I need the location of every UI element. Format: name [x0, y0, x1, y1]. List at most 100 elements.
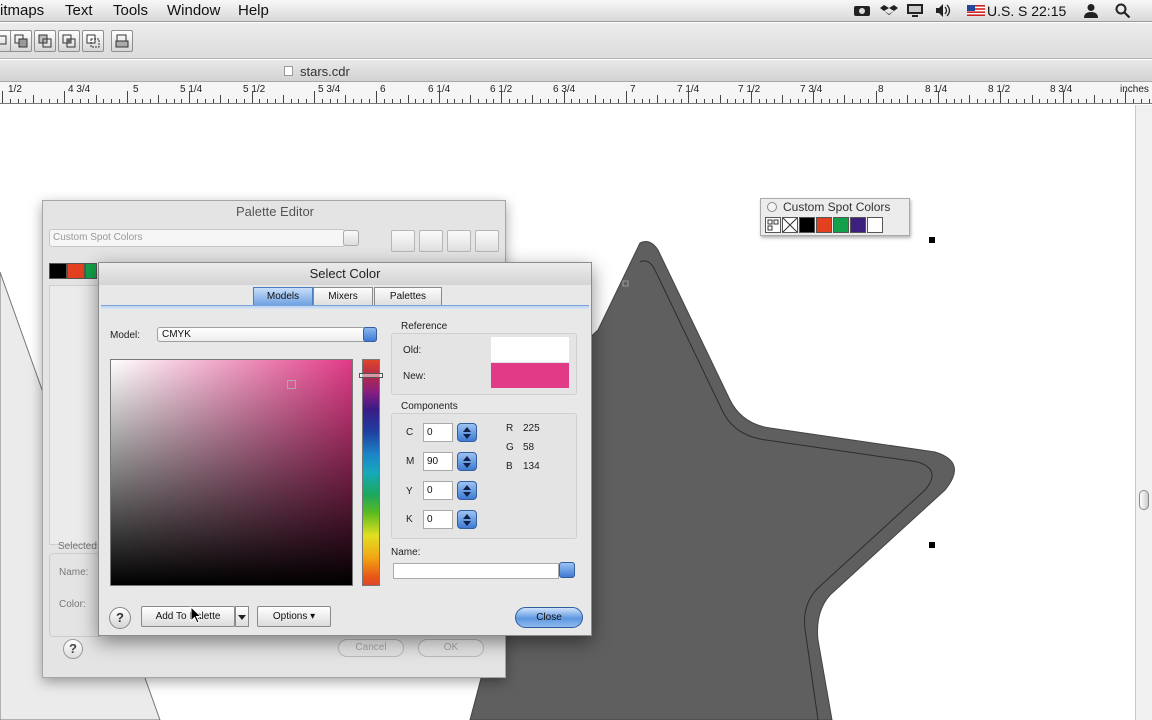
palette-swatch[interactable]	[799, 217, 815, 233]
user-icon[interactable]	[1082, 3, 1100, 18]
ruler-tick	[860, 99, 861, 103]
new-palette-button[interactable]	[391, 230, 415, 252]
tab-models[interactable]: Models	[253, 287, 313, 306]
menu-window[interactable]: Window	[167, 2, 220, 19]
camera-icon[interactable]	[853, 3, 871, 18]
ruler-tick	[603, 99, 604, 103]
ruler-tick	[103, 99, 104, 103]
ruler-tick	[649, 99, 650, 103]
palette-select[interactable]: Custom Spot Colors	[49, 229, 345, 247]
ruler-tick	[408, 95, 409, 103]
color-field[interactable]	[110, 359, 353, 586]
no-color-swatch[interactable]	[782, 217, 798, 233]
model-select[interactable]: CMYK	[157, 327, 377, 342]
vertical-scrollbar[interactable]	[1135, 105, 1152, 720]
close-button[interactable]: Close	[515, 607, 583, 628]
trim-button[interactable]	[34, 30, 56, 52]
volume-icon[interactable]	[934, 3, 952, 18]
color-name-dropdown-arrow[interactable]	[559, 562, 575, 578]
magenta-stepper[interactable]	[457, 452, 477, 471]
input-source[interactable]: U.S.	[987, 3, 1014, 19]
old-color-label: Old:	[403, 345, 422, 356]
custom-spot-colors-palette[interactable]: Custom Spot Colors	[760, 198, 910, 236]
weld-button[interactable]	[10, 30, 32, 52]
ruler-tick	[657, 95, 658, 103]
display-icon[interactable]	[906, 3, 924, 18]
palette-select-arrow[interactable]	[343, 230, 359, 246]
select-color-help-button[interactable]: ?	[109, 607, 131, 629]
palette-swatch[interactable]	[49, 263, 67, 279]
ruler-tick	[766, 99, 767, 103]
ruler-tick	[993, 99, 994, 103]
menu-tools[interactable]: Tools	[113, 2, 148, 19]
black-label: K	[406, 514, 413, 525]
spotlight-search-icon[interactable]	[1114, 3, 1132, 18]
ruler-tick	[470, 95, 471, 103]
ruler-tick	[579, 99, 580, 103]
color-field-marker[interactable]	[287, 380, 296, 389]
front-minus-back-button[interactable]	[111, 30, 133, 52]
menubar-clock[interactable]: S 22:15	[1018, 3, 1066, 19]
selection-handle-bottom[interactable]	[929, 542, 935, 548]
ruler-tick	[642, 99, 643, 103]
palette-close-button[interactable]	[767, 202, 777, 212]
menu-text[interactable]: Text	[65, 2, 93, 19]
open-palette-button[interactable]	[419, 230, 443, 252]
add-to-palette-menu-arrow[interactable]	[235, 606, 249, 627]
ruler-tick	[712, 99, 713, 103]
intersect-button[interactable]	[58, 30, 80, 52]
ruler-tick	[813, 91, 814, 103]
trim-icon	[38, 34, 52, 48]
palette-swatch[interactable]	[833, 217, 849, 233]
yellow-stepper[interactable]	[457, 481, 477, 500]
save-as-palette-button[interactable]	[475, 230, 499, 252]
ruler-tick	[369, 99, 370, 103]
new-color-label: New:	[403, 371, 426, 382]
ruler-tick	[478, 99, 479, 103]
model-select-arrow-icon[interactable]	[363, 327, 377, 342]
palette-editor-color-list[interactable]	[49, 285, 103, 545]
scroll-thumb[interactable]	[1139, 490, 1149, 510]
options-label: Options	[272, 611, 308, 622]
black-input[interactable]: 0	[423, 510, 453, 529]
hue-slider[interactable]	[362, 359, 380, 586]
ruler-label: 4 3/4	[68, 84, 91, 95]
palette-editor-cancel-button[interactable]: Cancel	[338, 639, 404, 657]
add-to-palette-button[interactable]: Add To Palette	[141, 606, 235, 627]
palette-swatch[interactable]	[85, 263, 97, 279]
us-flag-icon[interactable]	[967, 3, 985, 18]
ruler-tick	[634, 99, 635, 103]
palette-editor-help-button[interactable]: ?	[63, 639, 83, 659]
palette-title: Custom Spot Colors	[783, 200, 891, 214]
black-stepper[interactable]	[457, 510, 477, 529]
palette-swatch[interactable]	[816, 217, 832, 233]
palette-editor-swatches[interactable]	[49, 263, 103, 279]
select-color-titlebar[interactable]: Select Color	[99, 263, 591, 285]
palette-options-icon[interactable]	[765, 217, 781, 233]
cyan-stepper[interactable]	[457, 423, 477, 442]
hue-slider-marker[interactable]	[359, 373, 383, 378]
stepper-arrows-icon	[463, 485, 471, 497]
magenta-input[interactable]: 90	[423, 452, 453, 471]
ruler-tick	[688, 91, 689, 103]
cyan-input[interactable]: 0	[423, 423, 453, 442]
yellow-input[interactable]: 0	[423, 481, 453, 500]
menu-bitmaps[interactable]: itmaps	[0, 2, 44, 19]
color-name-input[interactable]	[393, 563, 559, 579]
palette-swatch[interactable]	[867, 217, 883, 233]
dropbox-icon[interactable]	[880, 3, 898, 18]
selection-handle-top[interactable]	[929, 237, 935, 243]
tab-mixers[interactable]: Mixers	[313, 287, 373, 306]
palette-editor-ok-button[interactable]: OK	[418, 639, 484, 657]
document-title: stars.cdr	[300, 64, 350, 79]
ruler-tick	[384, 99, 385, 103]
horizontal-ruler[interactable]: 1/2 4 3/4 5 5 1/4 5 1/2 5 3/4 6 6 1/4 6 1/2 6 3/4…	[0, 82, 1152, 104]
menu-help[interactable]: Help	[238, 2, 269, 19]
ruler-tick	[454, 99, 455, 103]
simplify-button[interactable]	[82, 30, 104, 52]
palette-swatch[interactable]	[850, 217, 866, 233]
palette-swatch[interactable]	[67, 263, 85, 279]
tab-palettes[interactable]: Palettes	[374, 287, 442, 306]
save-palette-button[interactable]	[447, 230, 471, 252]
options-button[interactable]: Options ▾	[257, 606, 331, 627]
